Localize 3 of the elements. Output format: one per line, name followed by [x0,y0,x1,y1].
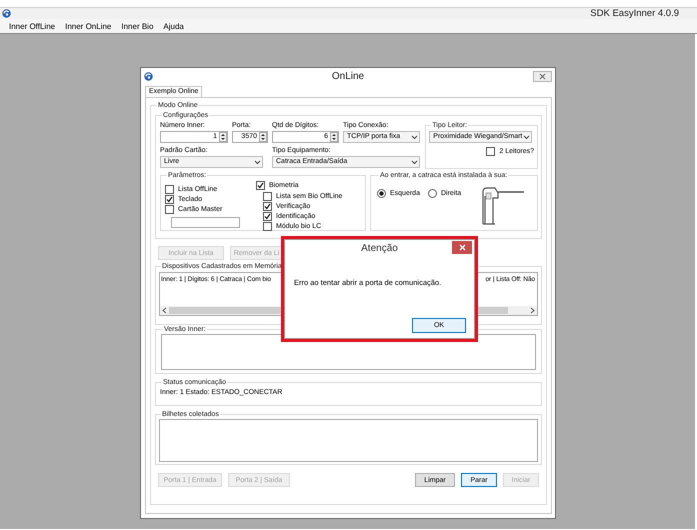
window-title: OnLine [330,71,366,82]
dialog-title: Atenção [361,243,398,254]
app-title: SDK EasyInner 4.0.9 [590,8,679,19]
